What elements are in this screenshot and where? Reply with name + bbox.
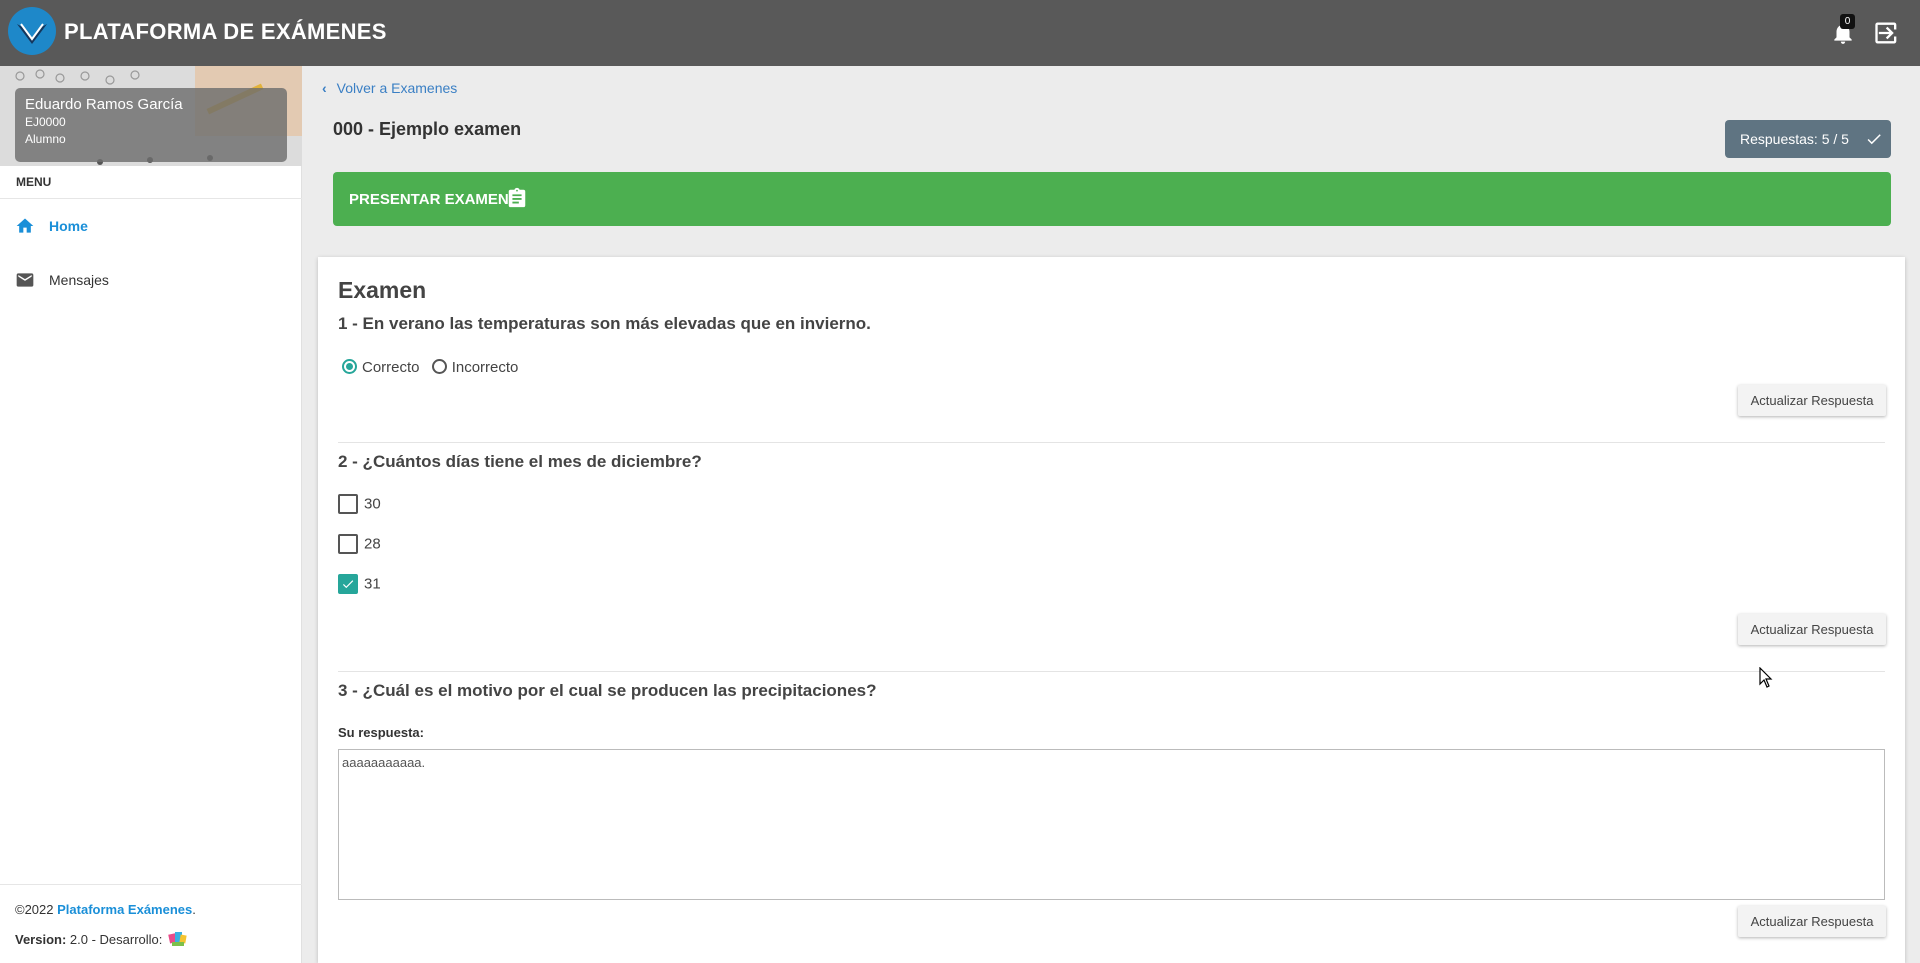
question-1: 1 - En verano las temperaturas son más e…: [338, 314, 871, 333]
present-exam-label: PRESENTAR EXAMEN: [349, 191, 509, 208]
version-label: Version:: [15, 932, 67, 947]
exam-card: Examen 1 - En verano las temperaturas so…: [318, 257, 1905, 963]
divider: [338, 442, 1885, 443]
logo-icon[interactable]: [8, 7, 56, 55]
option-label: Incorrecto: [451, 359, 519, 376]
profile-card: Eduardo Ramos García EJ0000 Alumno: [15, 88, 287, 162]
exam-heading: Examen: [338, 277, 427, 303]
update-answer-button-q2[interactable]: Actualizar Respuesta: [1738, 614, 1886, 645]
option-label: 30: [364, 495, 381, 513]
q2-option-30: 30: [338, 494, 381, 516]
menu-label: MENU: [16, 175, 52, 189]
q2-option-31: 31: [338, 574, 381, 596]
checkbox-31[interactable]: [338, 574, 358, 594]
mouse-cursor-icon: [1759, 667, 1773, 688]
sidebar-item-mensajes[interactable]: Mensajes: [0, 260, 302, 300]
question-3: 3 - ¿Cuál es el motivo por el cual se pr…: [338, 681, 877, 700]
checkbox-30[interactable]: [338, 494, 358, 514]
top-bar: PLATAFORMA DE EXÁMENES 0: [0, 0, 1920, 66]
divider: [0, 198, 302, 199]
copyright: ©2022 Plataforma Exámenes.: [15, 902, 196, 917]
chevron-left-icon: ‹: [322, 80, 327, 96]
version-value: 2.0 - Desarrollo:: [69, 932, 163, 947]
profile-banner: Eduardo Ramos García EJ0000 Alumno: [0, 66, 302, 166]
option-label: Correcto: [362, 359, 420, 376]
copyright-period: .: [192, 902, 196, 917]
q2-option-28: 28: [338, 534, 381, 556]
divider: [338, 671, 1885, 672]
q1-options: Correcto Incorrecto: [342, 359, 526, 379]
check-icon: [1867, 134, 1881, 145]
sidebar-item-label: Home: [49, 218, 88, 234]
back-to-exams-link[interactable]: ‹ Volver a Examenes: [322, 80, 457, 96]
divider: [0, 884, 302, 885]
radio-correcto[interactable]: [342, 359, 357, 374]
brand-link[interactable]: Plataforma Exámenes: [57, 902, 192, 917]
answer-textarea[interactable]: aaaaaaaaaaa.: [338, 749, 1885, 900]
home-icon: [16, 218, 34, 233]
dev-icon: [168, 932, 187, 946]
update-answer-button-q3[interactable]: Actualizar Respuesta: [1738, 906, 1886, 937]
radio-incorrecto[interactable]: [431, 359, 447, 374]
check-icon: [342, 580, 354, 589]
mail-icon: [16, 273, 34, 287]
version-info: Version: 2.0 - Desarrollo:: [15, 932, 162, 947]
logout-icon[interactable]: [1873, 19, 1901, 47]
sidebar-item-home[interactable]: Home: [0, 206, 302, 246]
user-role: Alumno: [25, 132, 66, 146]
sidebar-item-label: Mensajes: [49, 272, 109, 288]
option-label: 31: [364, 575, 381, 593]
app-title: PLATAFORMA DE EXÁMENES: [64, 19, 387, 44]
option-label: 28: [364, 535, 381, 553]
back-link-label: Volver a Examenes: [336, 80, 458, 96]
sidebar: Eduardo Ramos García EJ0000 Alumno MENU …: [0, 66, 302, 963]
copyright-year: ©2022: [15, 902, 54, 917]
present-exam-button[interactable]: PRESENTAR EXAMEN: [333, 172, 1891, 226]
notification-badge: 0: [1840, 14, 1855, 29]
responses-badge-label: Respuestas: 5 / 5: [1740, 131, 1849, 147]
page-title: 000 - Ejemplo examen: [333, 119, 522, 139]
responses-badge: Respuestas: 5 / 5: [1725, 120, 1891, 158]
user-name: Eduardo Ramos García: [25, 96, 183, 113]
answer-label: Su respuesta:: [338, 725, 424, 740]
update-answer-button-q1[interactable]: Actualizar Respuesta: [1738, 385, 1886, 416]
clipboard-icon: [508, 187, 526, 208]
user-id: EJ0000: [25, 115, 66, 129]
question-2: 2 - ¿Cuántos días tiene el mes de diciem…: [338, 452, 702, 471]
checkbox-28[interactable]: [338, 534, 358, 554]
